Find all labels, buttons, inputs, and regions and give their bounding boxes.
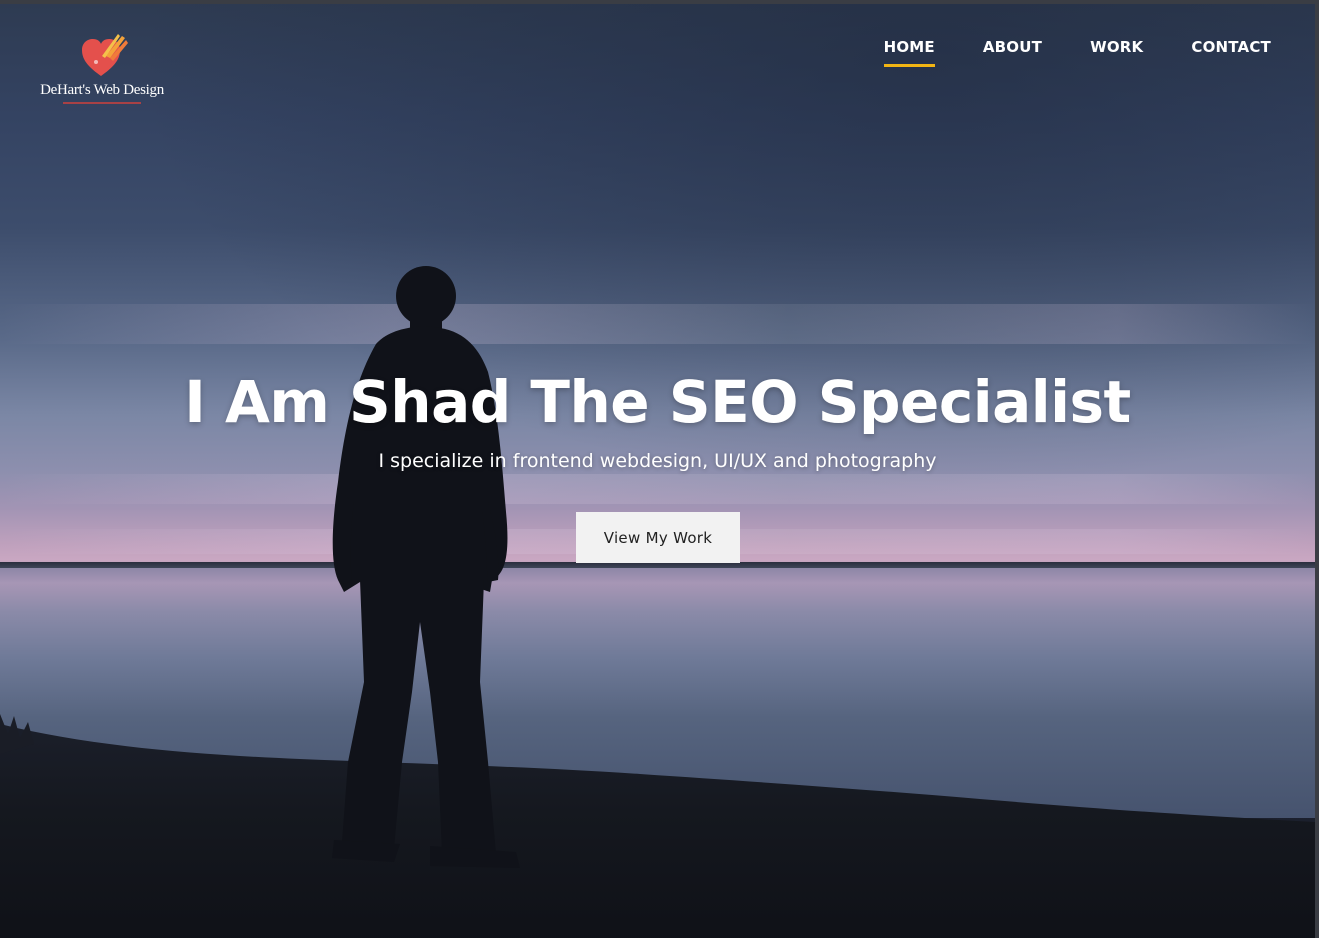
nav-item-work[interactable]: WORK <box>1090 38 1143 67</box>
person-silhouette <box>332 266 520 868</box>
nav-item-about[interactable]: ABOUT <box>983 38 1042 67</box>
heart-rocket-icon <box>82 34 128 76</box>
view-my-work-button[interactable]: View My Work <box>576 512 740 563</box>
cloud-band <box>0 304 1315 344</box>
hero-headline: I Am Shad The SEO Specialist <box>184 368 1131 436</box>
nav-item-contact[interactable]: CONTACT <box>1191 38 1271 67</box>
cloud-band <box>0 474 1315 504</box>
main-nav: HOME ABOUT WORK CONTACT <box>883 38 1271 67</box>
hero-subheadline: I specialize in frontend webdesign, UI/U… <box>378 450 937 472</box>
brand-logo[interactable]: DeHart's Web Design <box>32 30 172 110</box>
brand-underline <box>63 102 141 104</box>
brand-name: DeHart's Web Design <box>40 82 164 98</box>
nav-item-home[interactable]: HOME <box>883 38 935 67</box>
shoreline-ground <box>0 714 1315 938</box>
